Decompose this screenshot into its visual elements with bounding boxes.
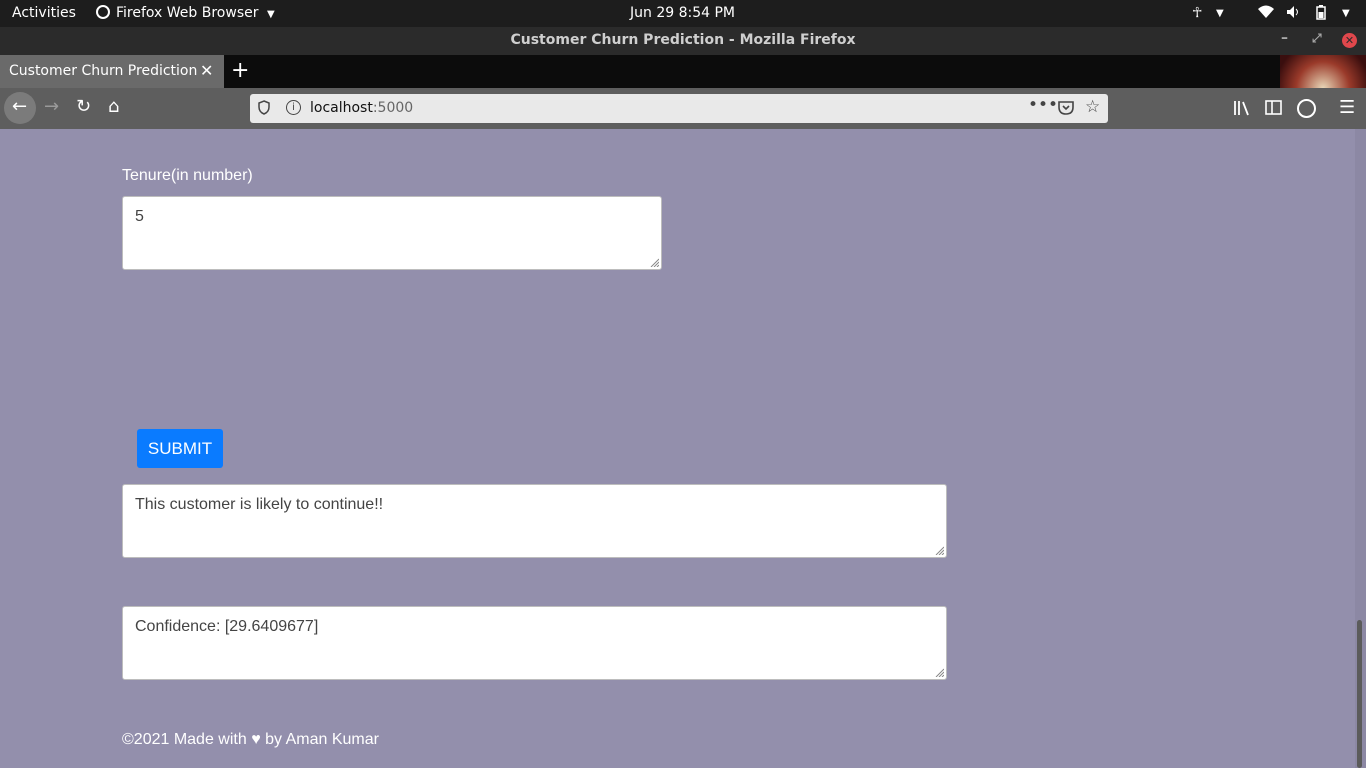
close-tab-icon[interactable]: ✕	[200, 61, 213, 80]
tenure-value: 5	[135, 208, 144, 225]
resize-grip-icon[interactable]	[935, 668, 944, 677]
clock[interactable]: Jun 29 8:54 PM	[630, 5, 735, 21]
chevron-down-icon[interactable]: ▼	[1342, 8, 1350, 19]
forward-button[interactable]: →	[44, 98, 59, 116]
close-window-button[interactable]: ✕	[1342, 33, 1357, 48]
battery-icon[interactable]	[1316, 5, 1326, 24]
submit-button[interactable]: SUBMIT	[137, 429, 223, 468]
tenure-label: Tenure(in number)	[122, 167, 253, 184]
pocket-icon[interactable]	[1058, 100, 1074, 119]
chevron-down-icon: ▼	[266, 9, 275, 20]
prediction-text: This customer is likely to continue!!	[135, 496, 384, 513]
system-top-bar: Activities Firefox Web Browser ▼ Jun 29 …	[0, 0, 1366, 27]
accessibility-icon[interactable]: ☥	[1192, 5, 1202, 21]
tab-customer-churn[interactable]: Customer Churn Prediction ✕	[0, 55, 224, 88]
library-icon[interactable]	[1233, 100, 1251, 120]
bookmark-star-icon[interactable]: ☆	[1085, 97, 1100, 117]
resize-grip-icon[interactable]	[650, 258, 659, 267]
minimize-button[interactable]: –	[1281, 30, 1288, 46]
app-menu[interactable]: Firefox Web Browser ▼	[96, 5, 275, 21]
shield-icon[interactable]	[258, 100, 270, 119]
app-menu-label: Firefox Web Browser	[116, 5, 259, 21]
footer-credit: ©2021 Made with ♥ by Aman Kumar	[122, 731, 379, 748]
window-title: Customer Churn Prediction - Mozilla Fire…	[510, 32, 856, 48]
tab-title: Customer Churn Prediction	[9, 63, 198, 79]
resize-grip-icon[interactable]	[935, 546, 944, 555]
firefox-icon	[96, 5, 110, 19]
scrollbar-thumb[interactable]	[1357, 620, 1362, 768]
maximize-button[interactable]: ⤢	[1312, 31, 1322, 46]
url-port: :5000	[372, 100, 414, 116]
wifi-icon[interactable]	[1258, 5, 1274, 23]
reload-button[interactable]: ↻	[76, 98, 91, 116]
chevron-down-icon[interactable]: ▼	[1216, 8, 1224, 19]
menu-icon[interactable]: ☰	[1339, 97, 1355, 118]
arrow-left-icon: ←	[12, 96, 28, 117]
home-button[interactable]: ⌂	[108, 98, 119, 116]
confidence-text: Confidence: [29.6409677]	[135, 618, 319, 635]
account-icon[interactable]	[1297, 99, 1316, 118]
volume-icon[interactable]	[1286, 5, 1302, 23]
activities-button[interactable]: Activities	[12, 5, 76, 21]
page-actions-icon[interactable]: •••	[1028, 95, 1058, 115]
url-text[interactable]: localhost:5000	[310, 100, 413, 116]
confidence-output[interactable]: Confidence: [29.6409677]	[122, 606, 947, 680]
new-tab-button[interactable]: +	[231, 58, 249, 83]
back-button[interactable]: ←	[4, 92, 36, 124]
tenure-input[interactable]: 5	[122, 196, 662, 270]
url-host: localhost	[310, 100, 373, 116]
info-icon[interactable]: i	[286, 100, 301, 115]
window-title-bar: Customer Churn Prediction - Mozilla Fire…	[0, 27, 1366, 55]
sidebar-icon[interactable]	[1265, 100, 1282, 119]
prediction-output[interactable]: This customer is likely to continue!!	[122, 484, 947, 558]
url-bar[interactable]: i localhost:5000 ••• ☆	[250, 94, 1108, 123]
